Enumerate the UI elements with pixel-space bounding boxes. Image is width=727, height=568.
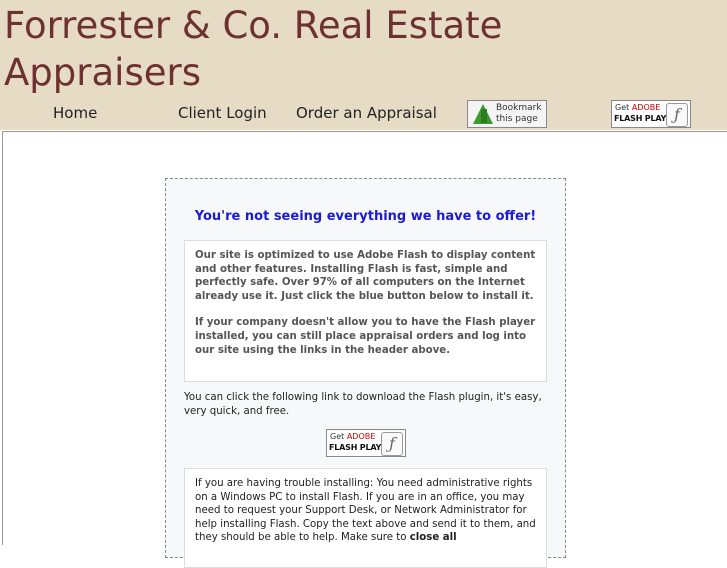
flash-f-icon: ƒ [381,432,403,456]
install-trouble-box: If you are having trouble installing: Yo… [184,468,547,568]
flash-f-icon: ƒ [666,103,688,127]
get-flash-player-button[interactable]: Get ADOBE FLASH PLAYER ƒ [326,429,406,457]
download-instructions: You can click the following link to down… [184,392,542,417]
site-header: Forrester & Co. Real Estate Appraisers H… [0,0,727,130]
nav-client-login-link[interactable]: Client Login [178,104,267,122]
notice-title: You're not seeing everything we have to … [194,209,537,224]
site-title: Forrester & Co. Real Estate Appraisers [4,4,503,94]
info-paragraph-2: If your company doesn't allow you to hav… [195,317,536,356]
bookmark-label: Bookmark this page [496,103,542,124]
info-paragraph-1: Our site is optimized to use Adobe Flash… [195,250,536,302]
nav-home-link[interactable]: Home [53,104,97,122]
flash-get-label: Get ADOBE [330,432,376,441]
trouble-text: If you are having trouble installing: Yo… [195,478,536,544]
nav-order-appraisal-link[interactable]: Order an Appraisal [296,104,437,122]
get-flash-player-header-button[interactable]: Get ADOBE FLASH PLAYER ƒ [611,100,691,128]
flash-info-box: Our site is optimized to use Adobe Flash… [184,240,547,382]
bookmark-button[interactable]: Bookmark this page [467,100,547,128]
flash-get-label: Get ADOBE [615,103,661,112]
flash-notice-panel: You're not seeing everything we have to … [165,178,566,568]
trouble-bold-text: close all [409,532,457,544]
bookmark-arrow-stem [481,109,487,123]
